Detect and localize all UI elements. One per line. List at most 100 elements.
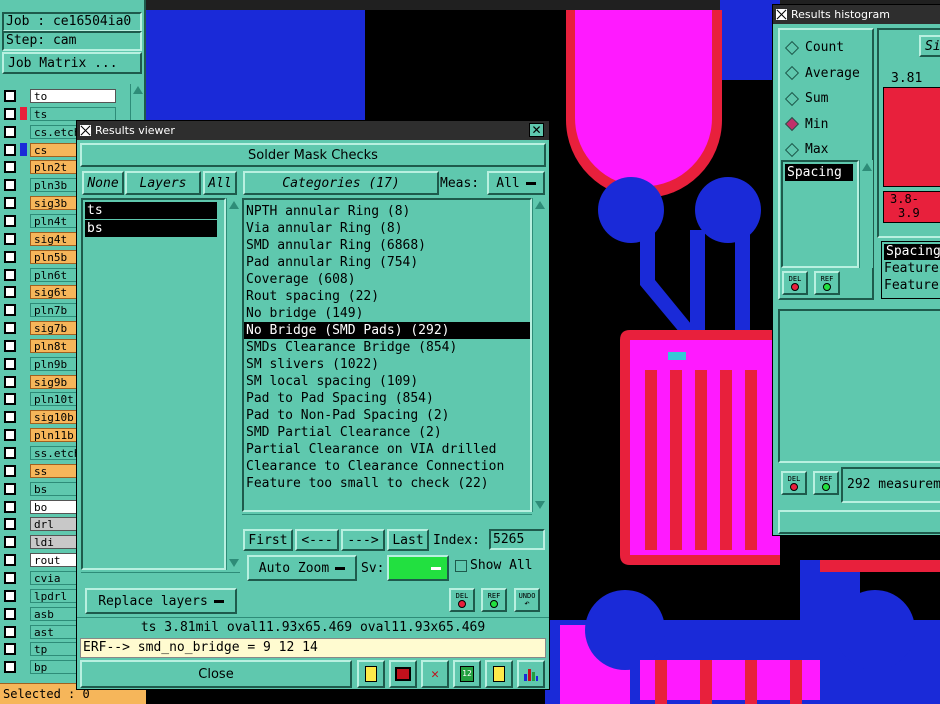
layer-color-swatch[interactable] [20,642,27,656]
index-input[interactable]: 5265 [489,529,545,550]
layer-color-swatch[interactable] [20,392,27,406]
layer-color-swatch[interactable] [20,250,27,264]
layers-button[interactable]: Layers [125,171,201,195]
histogram-ref-button-2[interactable]: REF [813,471,839,495]
categories-hscroll[interactable] [242,514,532,526]
layer-color-swatch[interactable] [20,107,27,121]
histogram-icon[interactable] [517,660,545,688]
category-item[interactable]: No bridge (149) [244,305,530,322]
categories-vscroll[interactable] [532,198,546,512]
layer-checkbox[interactable] [4,161,16,174]
category-item[interactable]: SMD annular Ring (6868) [244,237,530,254]
category-item[interactable]: Partial Clearance on VIA drilled [244,441,530,458]
all-layers-button[interactable]: All [203,171,237,195]
radio-diamond-icon[interactable] [784,142,800,157]
layer-results-list[interactable]: ts bs [81,198,226,570]
delete-button[interactable]: DEL [449,588,475,612]
histogram-list-vscroll[interactable] [859,160,873,268]
layer-checkbox[interactable] [4,286,16,299]
category-item[interactable]: Pad to Non-Pad Spacing (2) [244,407,530,424]
layer-checkbox[interactable] [4,197,16,210]
layer-color-swatch[interactable] [20,535,27,549]
layer-checkbox[interactable] [4,214,16,227]
next-button[interactable]: ---> [341,529,385,551]
layer-color-swatch[interactable] [20,446,27,460]
histogram-delete-button[interactable]: DEL [782,271,808,295]
layer-color-swatch[interactable] [20,339,27,353]
layer-color-swatch[interactable] [20,357,27,371]
layer-checkbox[interactable] [4,571,16,584]
category-item[interactable]: No Bridge (SMD Pads) (292) [244,322,530,339]
category-item[interactable]: SMD Partial Clearance (2) [244,424,530,441]
histogram-ref-button[interactable]: REF [814,271,840,295]
layer-color-swatch[interactable] [20,571,27,585]
layer-checkbox[interactable] [4,232,16,245]
category-item[interactable]: Clearance to Clearance Connection [244,458,530,475]
categories-list[interactable]: NPTH annular Ring (8) Via annular Ring (8… [242,198,532,512]
results-viewer-titlebar[interactable]: Results viewer [77,121,549,140]
layer-checkbox[interactable] [4,322,16,335]
layer-color-swatch[interactable] [20,428,27,442]
layer-color-swatch[interactable] [20,89,27,103]
layer-checkbox[interactable] [4,268,16,281]
layer-color-swatch[interactable] [20,553,27,567]
window-menu-icon[interactable] [776,9,787,20]
histogram-option[interactable]: Max [784,137,873,163]
layer-checkbox[interactable] [4,536,16,549]
layer-color-swatch[interactable] [20,375,27,389]
layer-list-hscroll[interactable] [81,572,240,586]
layer-list-vscroll[interactable] [226,198,240,570]
layer-color-swatch[interactable] [20,625,27,638]
category-item[interactable]: Via annular Ring (8) [244,220,530,237]
layer-color-swatch[interactable] [20,500,27,514]
layer-checkbox[interactable] [4,625,16,638]
layer-color-swatch[interactable] [20,285,27,299]
radio-diamond-icon[interactable] [784,40,800,55]
window-menu-icon[interactable] [80,125,91,136]
histogram-titlebar[interactable]: Results histogram [773,5,940,24]
layer-color-swatch[interactable] [20,660,27,674]
first-button[interactable]: First [243,529,293,551]
category-item[interactable]: Coverage (608) [244,271,530,288]
category-item[interactable]: SM slivers (1022) [244,356,530,373]
layer-name[interactable]: to [30,89,116,103]
layer-checkbox[interactable] [4,143,16,156]
sv-color-dropdown[interactable] [387,555,449,581]
layer-color-swatch[interactable] [20,125,27,139]
layer-checkbox[interactable] [4,429,16,442]
category-item[interactable]: SM local spacing (109) [244,373,530,390]
report-icon[interactable] [357,660,385,688]
layer-checkbox[interactable] [4,125,16,138]
job-matrix-button[interactable]: Job Matrix ... [2,52,142,74]
layer-checkbox[interactable] [4,607,16,620]
list-item[interactable]: bs [85,220,217,237]
last-button[interactable]: Last [387,529,429,551]
calculator-icon[interactable]: 12 [453,660,481,688]
layer-row[interactable]: to [4,88,116,104]
layer-color-swatch[interactable] [20,143,27,157]
layer-color-swatch[interactable] [20,410,27,424]
ref-button[interactable]: REF [481,588,507,612]
layer-checkbox[interactable] [4,393,16,406]
layer-checkbox[interactable] [4,500,16,513]
layer-checkbox[interactable] [4,447,16,459]
close-button[interactable]: Close [80,660,352,688]
layer-checkbox[interactable] [4,482,16,495]
layer-color-swatch[interactable] [20,232,27,246]
histogram-measure-list[interactable]: Spacing [781,160,859,268]
layer-checkbox[interactable] [4,250,16,263]
none-button[interactable]: None [82,171,124,195]
histogram-tab[interactable]: Si [919,35,940,57]
layer-color-swatch[interactable] [20,160,27,174]
layer-color-swatch[interactable] [20,178,27,192]
category-item[interactable]: SMDs Clearance Bridge (854) [244,339,530,356]
undo-button[interactable]: UNDO ↶ [514,588,540,612]
layer-color-swatch[interactable] [20,464,27,478]
layer-color-swatch[interactable] [20,268,27,281]
radio-diamond-icon[interactable] [784,66,800,81]
layer-checkbox[interactable] [4,179,16,192]
monitor-icon[interactable] [389,660,417,688]
layer-color-swatch[interactable] [20,517,27,531]
auto-zoom-dropdown[interactable]: Auto Zoom [247,555,357,581]
layer-checkbox[interactable] [4,554,16,567]
